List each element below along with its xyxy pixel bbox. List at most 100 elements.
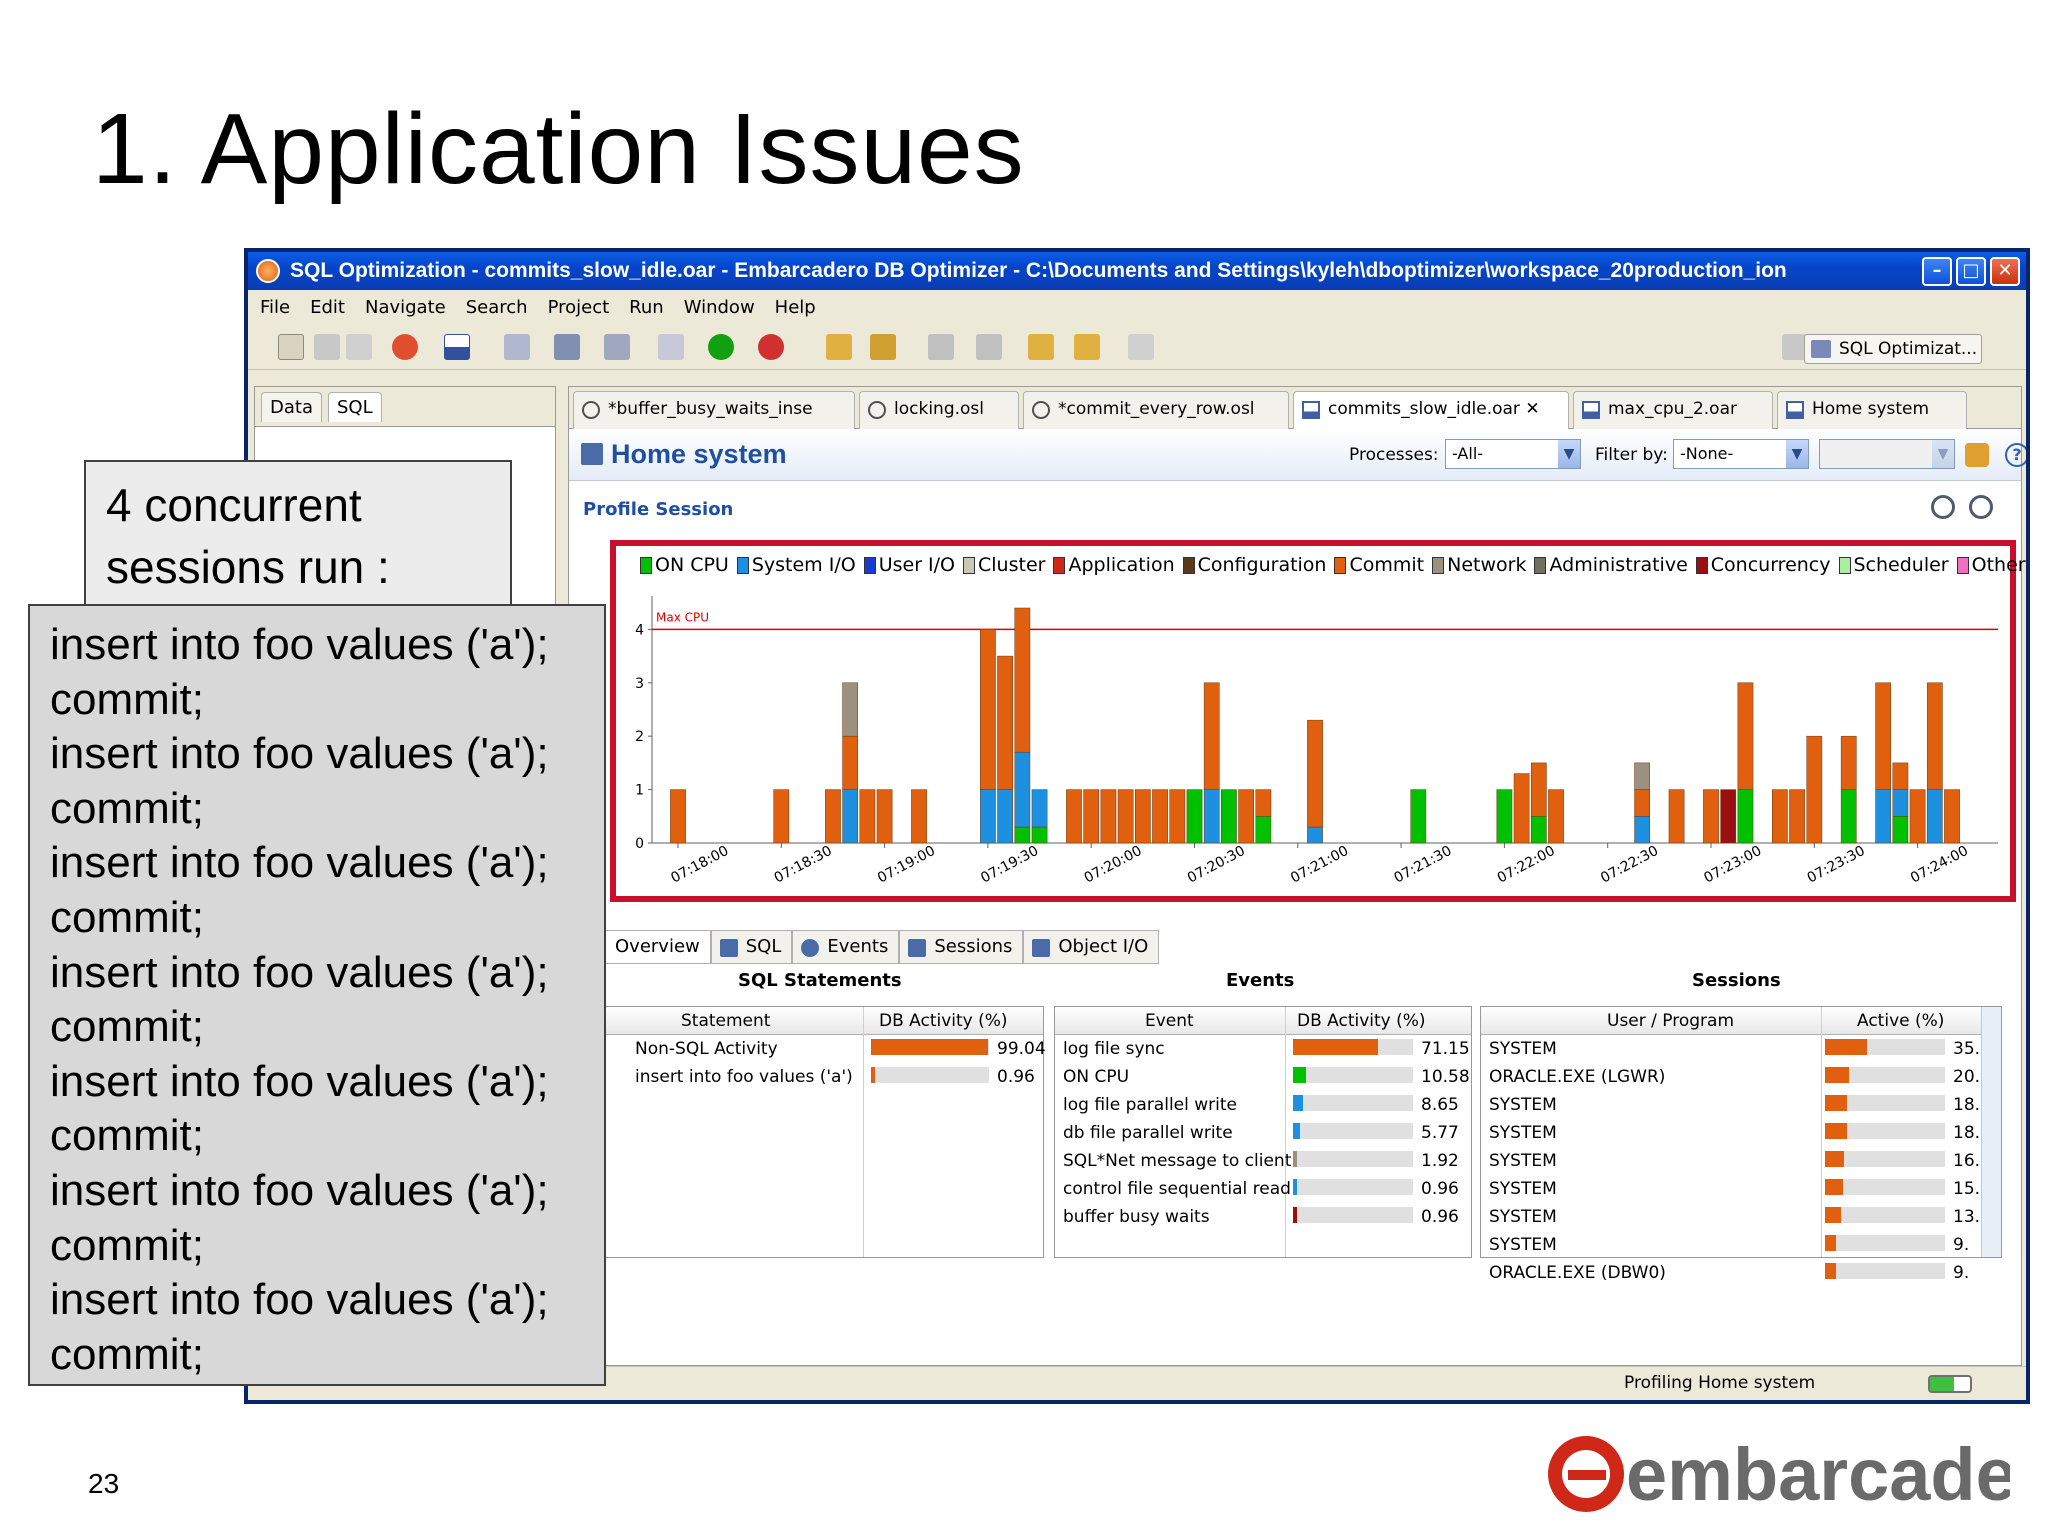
sql-icon[interactable] <box>604 334 630 360</box>
table-row[interactable]: SYSTEM 35. <box>1481 1035 2001 1063</box>
chart-bar-segment <box>980 629 996 790</box>
chart-bar-segment <box>1789 789 1805 844</box>
chart-bar-segment <box>1772 789 1788 844</box>
menu-run[interactable]: Run <box>629 297 664 318</box>
zoom-in-icon[interactable] <box>1931 495 1955 519</box>
chart-bar-segment <box>1892 816 1909 844</box>
row-bar <box>1825 1123 1847 1139</box>
editor-tab-commits-slow-idle[interactable]: commits_slow_idle.oar ✕ <box>1293 391 1569 429</box>
tab-overview[interactable]: Overview <box>604 930 711 964</box>
column-header-user-program[interactable]: User / Program <box>1607 1011 1734 1031</box>
filter-value-select[interactable]: ▼ <box>1819 439 1955 469</box>
menu-project[interactable]: Project <box>548 297 610 318</box>
column-header-active[interactable]: Active (%) <box>1857 1011 1944 1031</box>
menu-search[interactable]: Search <box>466 297 528 318</box>
chart-bar-segment <box>842 682 859 737</box>
next-annotation-icon[interactable] <box>928 334 954 360</box>
table-row[interactable]: buffer busy waits 0.96 <box>1055 1203 1471 1231</box>
save-icon[interactable] <box>314 334 340 360</box>
tab-events[interactable]: Events <box>792 930 900 964</box>
chart-bar-segment <box>1703 789 1719 844</box>
chart-bar-segment <box>1634 762 1650 790</box>
chart-bar-segment <box>1117 789 1134 844</box>
activity-chart: ON CPU System I/O User I/O Cluster Applicati… <box>610 540 2026 902</box>
table-row[interactable]: control file sequential read 0.96 <box>1055 1175 1471 1203</box>
zoom-out-icon[interactable] <box>1969 495 1993 519</box>
prev-annotation-icon[interactable] <box>976 334 1002 360</box>
close-button[interactable]: ✕ <box>1990 257 2020 286</box>
menu-help[interactable]: Help <box>775 297 816 318</box>
callout-sql-script: insert into foo values ('a'); commit; inse… <box>28 604 606 1386</box>
filter-select[interactable]: -None- ▼ <box>1673 439 1809 469</box>
menu-file[interactable]: File <box>260 297 290 318</box>
chart-bar-segment <box>1014 826 1031 844</box>
processes-select[interactable]: -All- ▼ <box>1445 439 1581 469</box>
forward-icon[interactable] <box>1128 334 1154 360</box>
sql-statements-table: Statement DB Activity (%) Non-SQL Activit… <box>604 1006 1046 1258</box>
window-titlebar[interactable]: SQL Optimization - commits_slow_idle.oar… <box>248 252 2026 290</box>
tab-object-io[interactable]: Object I/O <box>1023 930 1160 964</box>
tab-sessions[interactable]: Sessions <box>899 930 1024 964</box>
heap-status-icon[interactable] <box>1928 1375 1972 1393</box>
tab-sql[interactable]: SQL <box>327 391 382 422</box>
column-header-statement[interactable]: Statement <box>681 1011 770 1031</box>
row-name: log file sync <box>1063 1039 1165 1059</box>
close-tab-icon[interactable]: ✕ <box>1525 399 1539 419</box>
editor-tab-commit-every-row[interactable]: *commit_every_row.osl <box>1023 391 1289 429</box>
perspective-button[interactable]: SQL Optimizat... <box>1804 334 1982 364</box>
table-row[interactable]: ON CPU 10.58 <box>1055 1063 1471 1091</box>
chart-icon[interactable] <box>444 334 470 360</box>
gauge-icon <box>1032 401 1050 419</box>
row-bar <box>1293 1123 1300 1139</box>
table-row[interactable]: log file sync 71.15 <box>1055 1035 1471 1063</box>
table-row[interactable]: ORACLE.EXE (DBW0) 9. <box>1481 1259 2001 1287</box>
table-row[interactable]: log file parallel write 8.65 <box>1055 1091 1471 1119</box>
table-row[interactable]: db file parallel write 5.77 <box>1055 1119 1471 1147</box>
tools-icon[interactable] <box>870 334 896 360</box>
table-row[interactable]: SYSTEM 18. <box>1481 1119 2001 1147</box>
column-header-event[interactable]: Event <box>1145 1011 1194 1031</box>
perspective-label: SQL Optimizat... <box>1839 339 1978 359</box>
minimize-button[interactable]: – <box>1922 257 1952 286</box>
tab-data[interactable]: Data <box>261 391 322 422</box>
table-row[interactable]: insert into foo values ('a') 0.96 <box>605 1063 1043 1091</box>
back-icon[interactable] <box>1074 334 1100 360</box>
tab-sql-bottom[interactable]: SQL <box>710 930 793 964</box>
table-row[interactable]: SYSTEM 18. <box>1481 1091 2001 1119</box>
last-edit-icon[interactable] <box>1028 334 1054 360</box>
folder-icon[interactable] <box>826 334 852 360</box>
help-icon[interactable]: ? <box>2005 443 2026 467</box>
debug-icon[interactable] <box>658 334 684 360</box>
editor-tab-home-system[interactable]: Home system <box>1777 391 1967 429</box>
editor-tab-locking[interactable]: locking.osl <box>859 391 1019 429</box>
search-db-icon[interactable] <box>758 334 784 360</box>
menu-window[interactable]: Window <box>684 297 755 318</box>
row-value: 8.65 <box>1421 1095 1459 1115</box>
row-bar-track <box>1293 1095 1413 1111</box>
menu-navigate[interactable]: Navigate <box>365 297 446 318</box>
column-header-db-activity[interactable]: DB Activity (%) <box>879 1011 1008 1031</box>
chart-bar-segment <box>1255 816 1272 844</box>
menu-edit[interactable]: Edit <box>310 297 345 318</box>
table-row[interactable]: SYSTEM 16. <box>1481 1147 2001 1175</box>
gauge-icon[interactable] <box>392 334 418 360</box>
table-row[interactable]: SYSTEM 15. <box>1481 1175 2001 1203</box>
row-value: 99.04 <box>997 1039 1046 1059</box>
table-row[interactable]: SYSTEM 9. <box>1481 1231 2001 1259</box>
print-icon[interactable] <box>346 334 372 360</box>
new-icon[interactable] <box>278 334 304 360</box>
table-row[interactable]: ORACLE.EXE (LGWR) 20. <box>1481 1063 2001 1091</box>
column-header-db-activity[interactable]: DB Activity (%) <box>1297 1011 1426 1031</box>
table-row[interactable]: SQL*Net message to client 1.92 <box>1055 1147 1471 1175</box>
editor-tab-buffer-busy[interactable]: *buffer_busy_waits_inse <box>573 391 855 429</box>
connect-icon[interactable] <box>554 334 580 360</box>
y-tick-label: 1 <box>635 783 644 799</box>
run-icon[interactable] <box>708 334 734 360</box>
editor-tab-max-cpu[interactable]: max_cpu_2.oar <box>1573 391 1773 429</box>
edit-icon[interactable] <box>504 334 530 360</box>
table-row[interactable]: SYSTEM 13. <box>1481 1203 2001 1231</box>
sql-insert-line: insert into foo values ('a'); <box>50 1056 549 1106</box>
table-row[interactable]: Non-SQL Activity 99.04 <box>605 1035 1046 1063</box>
maximize-button[interactable]: □ <box>1956 257 1986 286</box>
refresh-icon[interactable] <box>1965 443 1989 467</box>
